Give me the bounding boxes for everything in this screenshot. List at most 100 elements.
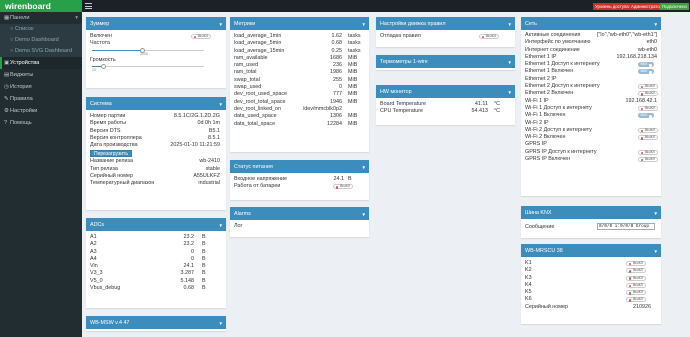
network-key: Wi-Fi 1 Включен xyxy=(525,112,566,119)
sidebar: ▦Панели ▾ ○ Список ○ Demo Dashboard ○ Dem… xyxy=(0,12,82,337)
page-footer-space xyxy=(82,333,690,337)
chevron-down-icon[interactable]: ▼ xyxy=(219,99,223,110)
system-key: Название релиза xyxy=(90,158,134,165)
widget-buzzer: Зуммер ▼ Включен ВЫКЛ Частота 3000 Громко… xyxy=(86,17,226,88)
network-row: Ethernet 2 Доступ к интернету ВЫКЛ xyxy=(525,83,658,90)
network-switch[interactable]: ВКЛ xyxy=(638,69,655,75)
network-row: Ethernet 2 Включен ВЫКЛ xyxy=(525,90,658,97)
chevron-down-icon[interactable]: ▼ xyxy=(362,209,366,220)
sidebar-item-demo-svg-dashboard[interactable]: ○ Demo SVG Dashboard xyxy=(0,46,82,57)
adc-row: Vin 24.1 B xyxy=(90,263,222,270)
widget-header[interactable]: Настройки движка правил ▼ xyxy=(376,19,515,30)
network-row: Ethernet 2 IP xyxy=(525,76,657,83)
chevron-down-icon[interactable]: ▼ xyxy=(508,87,512,98)
metric-row: load_average_5min 0.68 tasks xyxy=(234,40,365,47)
chevron-down-icon[interactable]: ▼ xyxy=(508,19,512,30)
network-row: Wi-Fi 2 Включен ВЫКЛ xyxy=(525,134,658,141)
sidebar-item-widgets[interactable]: ▤Виджеты xyxy=(0,69,82,81)
sidebar-item-history[interactable]: ◷История xyxy=(0,81,82,93)
adc-value: 23.2 xyxy=(183,241,195,248)
sidebar-item-settings[interactable]: ⚙Настройки xyxy=(0,105,82,117)
chevron-down-icon[interactable]: ▼ xyxy=(362,162,366,173)
battery-mode-switch[interactable]: ВЫКЛ xyxy=(333,184,353,190)
metric-value: 0.68 xyxy=(331,40,343,47)
chevron-down-icon[interactable]: ▼ xyxy=(654,208,658,219)
widget-header[interactable]: WB-MRSCU 38 ▼ xyxy=(521,246,661,257)
network-switch[interactable]: ВЫКЛ xyxy=(638,135,658,141)
relay-switch[interactable]: ВЫКЛ xyxy=(626,261,646,266)
network-switch[interactable]: ВЫКЛ xyxy=(638,149,658,155)
widget-header[interactable]: Alarms ▼ xyxy=(230,209,369,220)
relay-switch[interactable]: ВЫКЛ xyxy=(626,282,646,288)
widget-alarms: Alarms ▼ Лог xyxy=(230,207,369,237)
widget-header[interactable]: ADCs ▼ xyxy=(86,220,226,231)
widget-header[interactable]: Система ▼ xyxy=(86,99,226,110)
metric-unit: MiB xyxy=(348,120,358,127)
system-key: Тип релиза xyxy=(90,165,118,172)
sidebar-item-label: История xyxy=(10,84,32,90)
chevron-down-icon[interactable]: ▼ xyxy=(654,246,658,257)
metric-unit: MiB xyxy=(348,84,358,91)
widget-header[interactable]: WB-MSW v.4 47 ▼ xyxy=(86,318,226,329)
knx-message-input[interactable] xyxy=(597,223,655,230)
frequency-slider[interactable] xyxy=(92,47,204,53)
sidebar-item-devices[interactable]: ▣Устройства xyxy=(0,57,82,69)
rules-debug-switch[interactable]: ВЫКЛ xyxy=(479,34,499,39)
chevron-down-icon[interactable]: ▼ xyxy=(508,57,512,68)
widget-title: Зуммер xyxy=(90,21,110,27)
widget-header[interactable]: HW монитор ▼ xyxy=(376,87,515,98)
network-switch[interactable]: ВЫКЛ xyxy=(638,127,658,133)
sidebar-item-label: Правила xyxy=(10,96,33,102)
network-switch[interactable]: ВЫКЛ xyxy=(638,91,658,97)
network-switch[interactable]: ВКЛ xyxy=(638,113,655,119)
widget-header[interactable]: Метрики ▼ xyxy=(230,19,369,30)
buzzer-frequency-label: Частота xyxy=(90,40,110,47)
system-value: A55ULKFZ xyxy=(193,173,220,180)
widget-header[interactable]: Термометры 1-wire ▼ xyxy=(376,57,515,68)
volume-slider[interactable] xyxy=(92,63,204,69)
sidebar-item-list[interactable]: ○ Список xyxy=(0,24,82,35)
widget-header[interactable]: Зуммер ▼ xyxy=(86,19,226,30)
network-switch[interactable]: ВЫКЛ xyxy=(638,105,658,111)
reboot-button[interactable]: Перезагрузить xyxy=(90,150,132,158)
chevron-down-icon[interactable]: ▼ xyxy=(654,19,658,30)
network-key: GPRS IP Включен xyxy=(525,156,571,163)
chevron-down-icon[interactable]: ▼ xyxy=(219,220,223,231)
metric-key: ram_used xyxy=(234,62,258,69)
sidebar-toggle-icon[interactable] xyxy=(85,3,92,9)
widget-header[interactable]: Сеть ▼ xyxy=(521,19,661,30)
network-switch[interactable]: ВЫКЛ xyxy=(638,157,658,163)
adc-unit: B xyxy=(202,234,206,240)
chevron-down-icon[interactable]: ▼ xyxy=(219,19,223,30)
metric-row: ram_available 1686 MiB xyxy=(234,55,365,62)
widget-header[interactable]: Шина KNX ▼ xyxy=(521,208,661,219)
sidebar-item-help[interactable]: ? Помощь xyxy=(0,117,82,129)
sidebar-item-demo-dashboard[interactable]: ○ Demo Dashboard xyxy=(0,35,82,46)
adc-unit: B xyxy=(202,277,206,284)
sidebar-item-dashboards[interactable]: ▦Панели ▾ xyxy=(0,12,82,24)
metric-key: load_average_15min xyxy=(234,47,285,54)
volume-tick: 10 xyxy=(92,67,96,72)
relay-switch[interactable]: ВЫКЛ xyxy=(626,268,646,274)
network-row: Интерфейс по умолчанию eth0 xyxy=(525,39,657,46)
relay-switch[interactable]: ВЫКЛ xyxy=(626,297,646,303)
relay-switch[interactable]: ВЫКЛ xyxy=(626,290,646,296)
hw-monitor-row: Board Temperature 41.11 °C xyxy=(380,101,511,108)
metric-row: load_average_15min 0.25 tasks xyxy=(234,48,365,55)
buzzer-enabled-label: Включен xyxy=(90,33,112,39)
sidebar-item-rules[interactable]: ✎Правила xyxy=(0,93,82,105)
system-row: Версия контроллера 8.5.1 xyxy=(90,135,222,142)
chevron-down-icon[interactable]: ▼ xyxy=(362,19,366,30)
network-key: Wi-Fi 2 Доступ к интернету xyxy=(525,126,592,133)
access-level-badge[interactable]: Уровень доступа: Администратор xyxy=(593,2,665,10)
widget-header[interactable]: Статус питания ▼ xyxy=(230,162,369,173)
relay-row: K2 ВЫКЛ xyxy=(525,267,657,274)
buzzer-enabled-switch[interactable]: ВЫКЛ xyxy=(191,34,211,39)
widget-title: HW монитор xyxy=(380,89,412,95)
wirenboard-logo[interactable]: wirenboard xyxy=(0,0,82,12)
network-switch[interactable]: ВКЛ xyxy=(638,62,655,68)
widget-adcs: ADCs ▼ A1 23.2 B A2 23.2 B A3 0 B A4 0 B Vin 24.1 B V3_3… xyxy=(86,218,226,308)
network-switch[interactable]: ВЫКЛ xyxy=(638,84,658,90)
chevron-down-icon[interactable]: ▼ xyxy=(219,318,223,329)
relay-switch[interactable]: ВЫКЛ xyxy=(626,275,646,281)
